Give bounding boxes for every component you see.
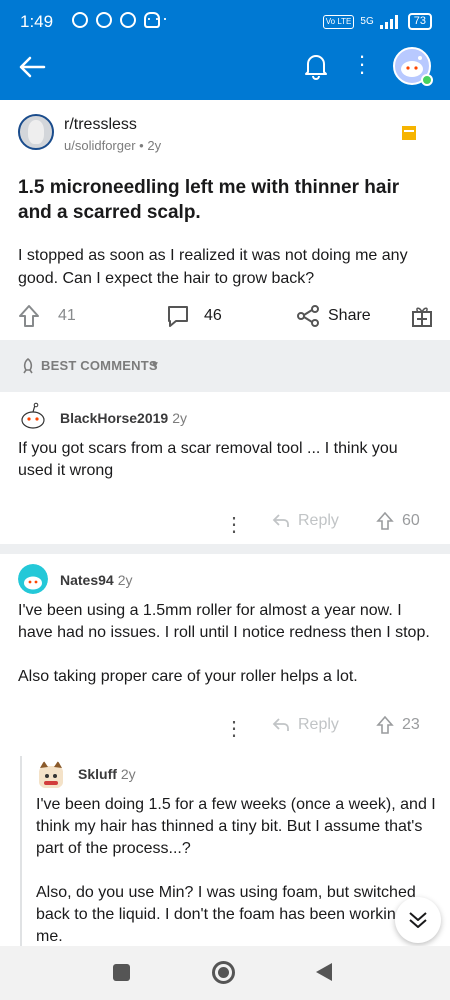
- upvote-count: 41: [58, 307, 76, 324]
- comment-paragraph: Also taking proper care of your roller h…: [18, 668, 358, 685]
- comment-count: 46: [204, 307, 222, 324]
- chevron-down-icon[interactable]: ▼: [150, 360, 160, 371]
- reply-button[interactable]: Reply: [272, 716, 339, 734]
- overflow-menu-icon[interactable]: · · ·: [355, 45, 369, 83]
- comment-paragraph: I've been doing 1.5 for a few weeks (onc…: [36, 796, 436, 857]
- post-title: 1.5 microneedling left me with thinner h…: [18, 177, 400, 223]
- share-icon: [297, 305, 319, 327]
- comment-more-icon[interactable]: ⋮: [224, 716, 244, 741]
- system-nav-bar: [0, 946, 450, 1000]
- comment-age: 2y: [172, 410, 187, 426]
- comment-body: If you got scars from a scar removal too…: [18, 440, 398, 479]
- sort-label[interactable]: BEST COMMENTS: [41, 358, 158, 373]
- volte-badge: Vo LTE: [322, 14, 355, 29]
- status-time: 1:49: [20, 12, 54, 31]
- reply-button[interactable]: Reply: [272, 512, 339, 530]
- post-meta: u/solidforger • 2y: [64, 138, 161, 153]
- back-arrow-icon[interactable]: [18, 55, 46, 79]
- cat-avatar-icon[interactable]: [36, 760, 66, 790]
- upvote-icon: [376, 716, 394, 734]
- next-comment-button[interactable]: [395, 897, 441, 943]
- reply-arrow-icon: [272, 514, 289, 527]
- comment-actions: ⋮ Reply 60: [0, 512, 450, 536]
- snoo-avatar-icon[interactable]: [18, 564, 48, 594]
- comment-actions: ⋮ Reply 23: [0, 716, 450, 740]
- share-button[interactable]: Share: [296, 304, 371, 328]
- sort-bar[interactable]: BEST COMMENTS ▼: [0, 340, 450, 392]
- network-label: 5G: [360, 16, 374, 27]
- comment-author-name[interactable]: BlackHorse2019: [60, 410, 168, 426]
- upvote-group: 41: [18, 304, 76, 328]
- comment-author-name[interactable]: Nates94: [60, 572, 114, 588]
- battery-icon: 73: [407, 13, 432, 30]
- share-label: Share: [328, 307, 371, 324]
- status-bar: 1:49 ··· Vo LTE 5G 73: [0, 0, 450, 44]
- system-back-icon[interactable]: [316, 963, 332, 981]
- chrome-icon-2: [120, 12, 136, 28]
- upvote-icon[interactable]: [18, 304, 40, 328]
- comment-vote-count: 23: [402, 716, 420, 733]
- double-chevron-down-icon: [409, 912, 427, 928]
- comment-more-icon[interactable]: ⋮: [224, 512, 244, 537]
- chrome-icon: [96, 12, 112, 28]
- post-actions: 41 46 Share: [0, 298, 450, 338]
- comment-age: 2y: [117, 572, 133, 588]
- save-badge-icon[interactable]: [402, 126, 416, 140]
- online-status-dot: [421, 74, 433, 86]
- comment-bubble-icon: [168, 306, 188, 327]
- comment-body: I've been using a 1.5mm roller for almos…: [18, 600, 438, 688]
- signal-icon: [379, 14, 398, 29]
- comment-divider: [0, 544, 450, 554]
- comment-body: I've been doing 1.5 for a few weeks (onc…: [36, 794, 444, 946]
- subreddit-icon[interactable]: [18, 114, 54, 150]
- alarm-icon: [72, 12, 88, 28]
- comment-age: 2y: [120, 766, 136, 782]
- app-header: 1:49 ··· Vo LTE 5G 73 · · ·: [0, 0, 450, 100]
- reply-label: Reply: [298, 512, 339, 529]
- comment-author-name[interactable]: Skluff: [78, 766, 117, 782]
- post-age: 2y: [147, 138, 162, 153]
- upvote-icon: [376, 512, 394, 530]
- status-right: Vo LTE 5G 73: [322, 13, 432, 30]
- comment-paragraph: Also, do you use Min? I was using foam, …: [36, 884, 433, 945]
- snoo-avatar-icon[interactable]: [18, 402, 48, 432]
- comment-author[interactable]: BlackHorse2019 2y: [60, 410, 187, 426]
- bell-icon[interactable]: [303, 52, 329, 80]
- comment-paragraph: I've been using a 1.5mm roller for almos…: [18, 602, 430, 641]
- comment-vote-count: 60: [402, 512, 420, 529]
- home-icon[interactable]: [212, 961, 235, 984]
- reply-arrow-icon: [272, 718, 289, 731]
- user-avatar[interactable]: [393, 47, 433, 86]
- comment: Nates94 2y I've been using a 1.5mm roller…: [0, 554, 450, 750]
- comment: BlackHorse2019 2y If you got scars from a…: [0, 392, 450, 542]
- subreddit-name[interactable]: r/tressless: [64, 116, 137, 134]
- comment-upvote[interactable]: 60: [376, 512, 420, 530]
- reply-label: Reply: [298, 716, 339, 733]
- comment-author[interactable]: Skluff 2y: [78, 766, 136, 782]
- rocket-icon: [23, 358, 33, 374]
- comments-button[interactable]: 46: [166, 304, 222, 328]
- comment-reply: Skluff 2y I've been doing 1.5 for a few w…: [22, 754, 450, 946]
- comment-upvote[interactable]: 23: [376, 716, 420, 734]
- post-author[interactable]: u/solidforger: [64, 138, 136, 153]
- award-gift-icon[interactable]: [410, 304, 434, 328]
- recents-icon[interactable]: [113, 964, 130, 981]
- comment-author[interactable]: Nates94 2y: [60, 572, 133, 588]
- more-notifications-icon: ···: [146, 8, 170, 28]
- post-body: I stopped as soon as I realized it was n…: [18, 247, 408, 287]
